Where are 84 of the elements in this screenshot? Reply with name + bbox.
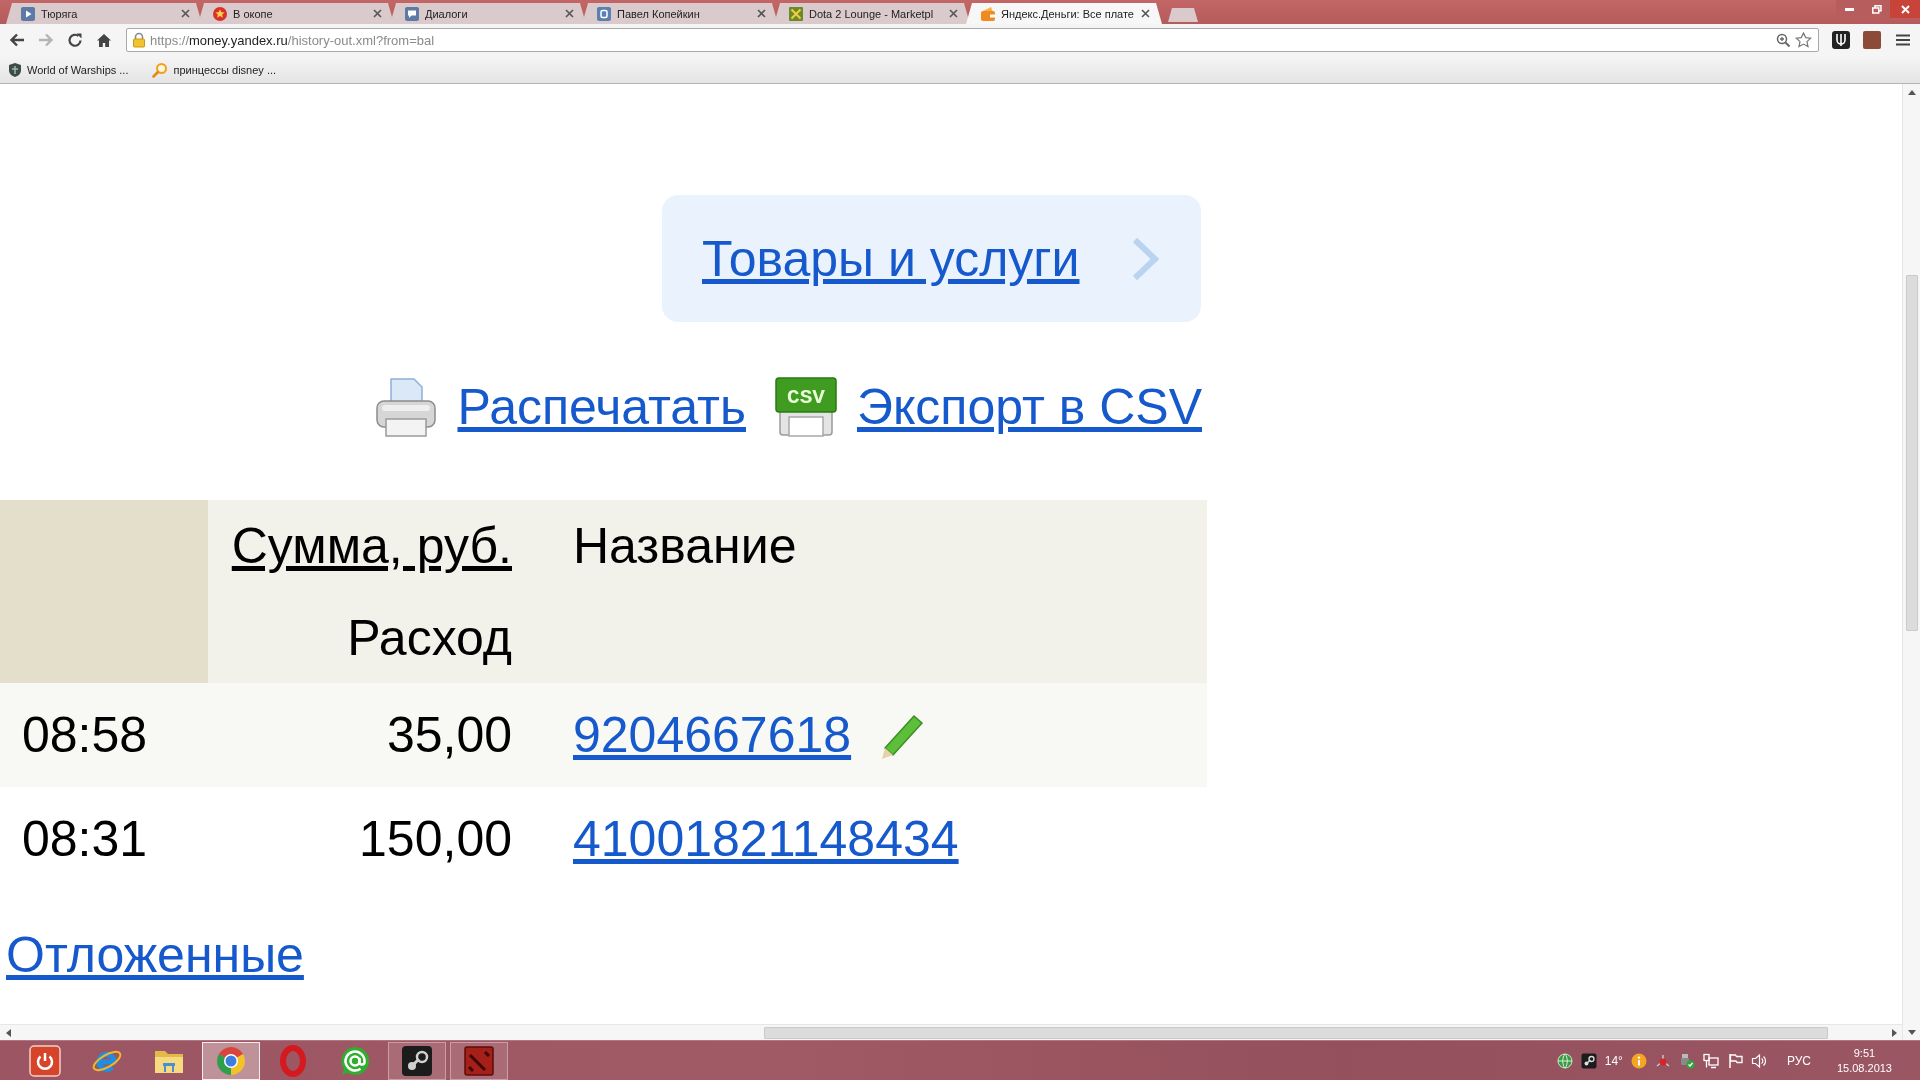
address-field[interactable]: https://money.yandex.ru/history-out.xml?from=bal xyxy=(126,28,1819,52)
taskbar-button[interactable] xyxy=(388,1041,446,1080)
language-indicator[interactable]: РУС xyxy=(1786,1053,1811,1068)
pending-link[interactable]: Отложенные xyxy=(6,926,304,984)
play-icon xyxy=(20,5,36,22)
ring-icon xyxy=(277,1044,309,1077)
print-link[interactable]: Распечатать xyxy=(457,378,746,436)
browser-tab[interactable]: Тюряга xyxy=(6,3,202,24)
info-icon[interactable] xyxy=(1630,1052,1647,1069)
restore-icon xyxy=(1871,4,1882,14)
plug-check-icon[interactable] xyxy=(1678,1052,1695,1069)
payee-link[interactable]: 9204667618 xyxy=(573,706,852,764)
at-sign-icon xyxy=(339,1044,371,1077)
globe-icon[interactable] xyxy=(1556,1052,1573,1069)
segmented-circle-icon xyxy=(215,1044,247,1077)
new-tab-button[interactable] xyxy=(1168,8,1198,22)
taskbar-button[interactable] xyxy=(450,1041,508,1080)
browser-tab[interactable]: В окопе xyxy=(198,3,394,24)
browser-tab[interactable]: Яндекс.Деньги: Все плате xyxy=(966,3,1162,24)
network-monitor-icon[interactable] xyxy=(1702,1052,1719,1069)
payment-time: 08:58 xyxy=(22,706,148,764)
wallet-icon xyxy=(980,5,996,22)
reload-icon[interactable] xyxy=(66,32,83,48)
clock-date[interactable]: 15.08.2013 xyxy=(1836,1061,1892,1075)
temperature-text[interactable]: 14° xyxy=(1604,1053,1623,1068)
photo-placeholder[interactable] xyxy=(1862,31,1881,49)
tab-title: Тюряга xyxy=(41,7,79,20)
bookmark-star-icon[interactable] xyxy=(1795,32,1812,48)
crossed-swords-icon xyxy=(788,5,804,22)
browser-tab[interactable]: Павел Копейкин xyxy=(582,3,778,24)
payee-link[interactable]: 41001821148434 xyxy=(573,810,959,868)
scrollbar-thumb[interactable] xyxy=(764,1026,1828,1039)
star-badge-icon xyxy=(212,5,228,22)
close-icon[interactable] xyxy=(373,9,382,18)
close-icon xyxy=(1900,4,1910,14)
square-logo-icon xyxy=(596,5,612,22)
tab-title: Dota 2 Lounge - Marketpl xyxy=(809,7,935,20)
close-icon[interactable] xyxy=(949,9,958,18)
payment-amount: 150,00 xyxy=(359,810,512,868)
column-subheading: Расход xyxy=(347,609,512,667)
close-icon[interactable] xyxy=(181,9,190,18)
payment-amount: 35,00 xyxy=(386,706,512,764)
close-icon[interactable] xyxy=(565,9,574,18)
close-icon[interactable] xyxy=(757,9,766,18)
scrollbar-thumb[interactable] xyxy=(1905,275,1918,631)
url-text: https://money.yandex.ru/history-out.xml?from=bal xyxy=(150,32,436,48)
close-icon[interactable] xyxy=(1141,9,1150,18)
bookmark[interactable]: принцессы disney ... xyxy=(146,59,283,80)
zoom-in-icon[interactable] xyxy=(1776,32,1791,48)
clock-time[interactable]: 9:51 xyxy=(1853,1046,1876,1060)
caret-left-icon[interactable] xyxy=(5,1028,11,1037)
caret-right-icon[interactable] xyxy=(1891,1028,1897,1037)
emblem-icon xyxy=(463,1044,495,1077)
magnifier-icon xyxy=(152,61,169,78)
browser-tab[interactable]: Диалоги xyxy=(390,3,586,24)
chat-bubble-icon xyxy=(404,5,420,22)
fork-icon[interactable] xyxy=(1831,31,1850,49)
sort-link[interactable]: Сумма, руб. xyxy=(231,517,512,575)
bookmark[interactable]: World of Warships ... xyxy=(2,59,135,80)
speaker-icon[interactable] xyxy=(1750,1052,1767,1069)
tab-title: Яндекс.Деньги: Все плате xyxy=(1001,7,1135,20)
tab-title: В окопе xyxy=(233,7,274,20)
export-link[interactable]: Экспорт в CSV xyxy=(856,378,1202,436)
piston-icon[interactable] xyxy=(1580,1052,1597,1069)
power-icon xyxy=(29,1044,61,1077)
shield-icon xyxy=(8,61,22,78)
piston-icon xyxy=(401,1044,433,1077)
tab-title: Павел Копейкин xyxy=(617,7,701,20)
menu-icon[interactable] xyxy=(1895,34,1910,46)
minimize-icon xyxy=(1845,7,1854,11)
back-arrow-icon[interactable] xyxy=(8,33,25,47)
padlock-warning-icon xyxy=(132,32,146,48)
caret-up-icon[interactable] xyxy=(1907,89,1916,95)
services-link[interactable]: Товары и услуги xyxy=(702,229,1080,288)
tab-title: Диалоги xyxy=(425,7,469,20)
flag-icon[interactable] xyxy=(1726,1052,1743,1069)
payment-time: 08:31 xyxy=(22,810,148,868)
close-button[interactable] xyxy=(1890,0,1920,18)
home-icon[interactable] xyxy=(95,32,112,48)
browser-tab[interactable]: Dota 2 Lounge - Marketpl xyxy=(774,3,970,24)
printer-icon xyxy=(374,375,439,439)
network-error-icon[interactable] xyxy=(1654,1052,1671,1069)
caret-down-icon[interactable] xyxy=(1907,1029,1916,1035)
column-heading: Название xyxy=(573,517,797,575)
